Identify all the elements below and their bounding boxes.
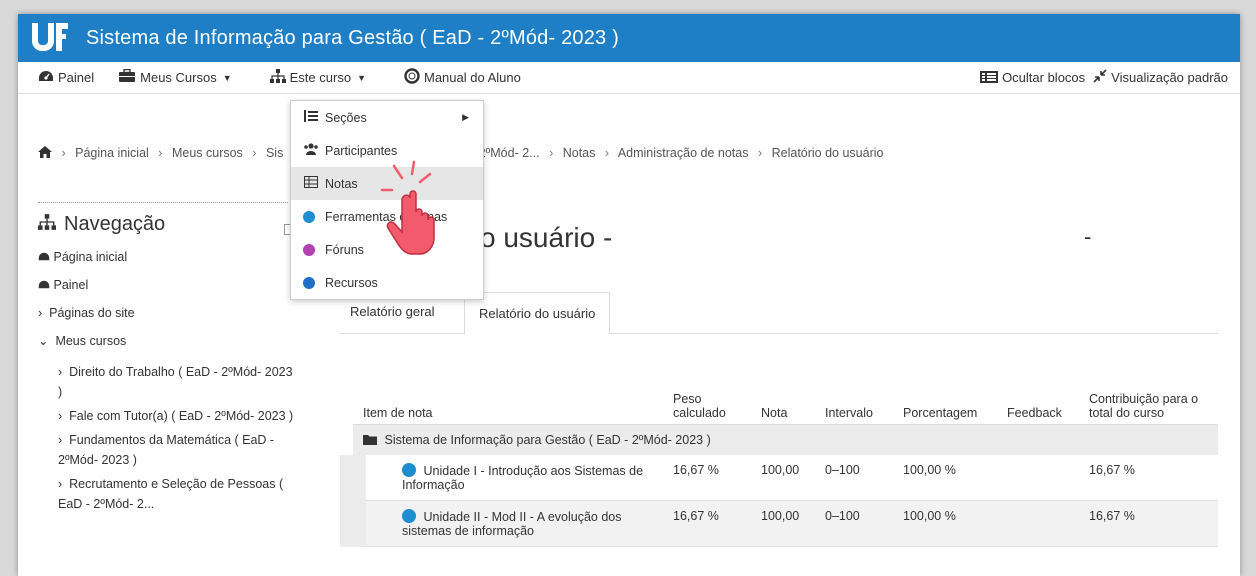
breadcrumb-item[interactable]: Sis [266, 146, 283, 160]
navigation-title: Navegação [38, 213, 300, 236]
col-header: Intervalo [815, 370, 893, 425]
table-row: Unidade I - Introdução aos Sistemas de I… [340, 454, 1218, 501]
chevron-right-icon: › [58, 433, 63, 447]
default-view-label: Visualização padrão [1111, 70, 1228, 85]
nav-meus-cursos[interactable]: Meus Cursos ▼ [118, 68, 232, 86]
nav-painel[interactable]: Painel [38, 69, 94, 86]
sitemap-icon [269, 69, 286, 86]
browser-frame: Sistema de Informação para Gestão ( EaD … [18, 14, 1240, 576]
user-name-placeholder: - [1084, 224, 1092, 249]
table-row: Unidade II - Mod II - A evolução dos sis… [340, 500, 1218, 547]
list-icon [303, 110, 319, 125]
col-header: Nota [751, 370, 815, 425]
compress-icon [1093, 69, 1107, 86]
pointer-cursor-icon [380, 160, 435, 255]
lifebuoy-icon [404, 68, 420, 87]
col-header: Contribuição para o total do curso [1079, 370, 1218, 425]
nota-cell: 100,00 [751, 454, 815, 501]
breadcrumb-item-current: Relatório do usuário [771, 146, 884, 160]
caret-right-icon: ▶ [462, 112, 469, 122]
home-icon[interactable] [38, 146, 55, 160]
grade-item-cell[interactable]: Unidade I - Introdução aos Sistemas de I… [340, 454, 663, 501]
course-navbar: Painel Meus Cursos ▼ Este curso ▼ Manual… [18, 62, 1240, 94]
breadcrumb-item[interactable]: Administração de notas [618, 146, 749, 160]
resource-icon [303, 276, 319, 290]
default-view-button[interactable]: Visualização padrão [1093, 69, 1228, 86]
col-header: Item de nota [353, 370, 663, 425]
peso-cell: 16,67 % [663, 454, 751, 501]
chevron-right-icon: › [58, 477, 63, 491]
forum-icon [303, 243, 319, 257]
briefcase-icon [118, 68, 136, 86]
nav-paginas-site[interactable]: › Páginas do site [38, 306, 300, 320]
breadcrumb-item[interactable]: Página inicial [75, 146, 149, 160]
dashboard-icon [38, 69, 54, 86]
porcentagem-cell: 100,00 % [893, 454, 997, 501]
dropdown-item-recursos[interactable]: Recursos [291, 266, 483, 299]
col-header: Porcentagem [893, 370, 997, 425]
navigation-block: Navegação Página inicial Painel › Página… [38, 202, 300, 518]
contribuicao-cell: 16,67 % [1079, 500, 1218, 547]
nav-meus-cursos[interactable]: ⌄ Meus cursos [38, 334, 300, 348]
nav-este-curso[interactable]: Este curso ▼ [269, 69, 366, 86]
intervalo-cell: 0–100 [815, 454, 893, 501]
uf-logo[interactable] [32, 21, 72, 55]
breadcrumb-item[interactable]: Meus cursos [172, 146, 243, 160]
feedback-cell [997, 500, 1079, 547]
external-tool-icon [402, 508, 416, 523]
chevron-right-icon: › [38, 306, 43, 320]
chevron-down-icon: ▼ [357, 72, 366, 83]
grades-table: Item de nota Peso calculado Nota Interva… [340, 370, 1218, 547]
grade-item-cell[interactable]: Unidade II - Mod II - A evolução dos sis… [340, 500, 663, 547]
nav-course-item[interactable]: › Fundamentos da Matemática ( EaD - 2ºMó… [38, 430, 300, 470]
dashboard-icon [38, 250, 50, 264]
site-header: Sistema de Informação para Gestão ( EaD … [18, 14, 1240, 62]
folder-icon [363, 433, 384, 447]
col-header: Feedback [997, 370, 1079, 425]
nav-painel-link[interactable]: Painel [38, 278, 300, 292]
nav-course-item[interactable]: › Direito do Trabalho ( EaD - 2ºMód- 202… [38, 362, 300, 402]
external-tool-icon [402, 462, 416, 477]
users-icon [303, 143, 319, 158]
chevron-right-icon: › [58, 365, 63, 379]
nav-meus-cursos-label: Meus Cursos [140, 70, 217, 85]
nota-cell: 100,00 [751, 500, 815, 547]
sitemap-icon [38, 214, 56, 235]
dashboard-icon [38, 278, 50, 292]
hide-blocks-button[interactable]: Ocultar blocos [980, 70, 1085, 86]
chevron-right-icon: › [58, 409, 63, 423]
grade-item-link[interactable]: Unidade II - Mod II - A evolução dos sis… [402, 510, 622, 538]
dropdown-item-secoes[interactable]: Seções ▶ [291, 101, 483, 134]
nav-painel-label: Painel [58, 70, 95, 85]
nav-manual-label: Manual do Aluno [423, 70, 521, 85]
table-icon [303, 176, 319, 191]
col-header: Peso calculado [663, 370, 751, 425]
page-heading: o usuário - [480, 222, 613, 253]
tab-relatorio-geral[interactable]: Relatório geral [350, 304, 435, 319]
nav-manual[interactable]: Manual do Aluno [404, 68, 521, 87]
contribuicao-cell: 16,67 % [1079, 454, 1218, 501]
list-icon [980, 70, 999, 86]
peso-cell: 16,67 % [663, 500, 751, 547]
intervalo-cell: 0–100 [815, 500, 893, 547]
category-row: Sistema de Informação para Gestão ( EaD … [353, 424, 1218, 455]
category-name: Sistema de Informação para Gestão ( EaD … [384, 432, 711, 447]
site-title[interactable]: Sistema de Informação para Gestão ( EaD … [86, 27, 619, 50]
chevron-down-icon: ⌄ [38, 334, 49, 348]
breadcrumb-item[interactable]: Notas [563, 146, 596, 160]
nav-course-item[interactable]: › Fale com Tutor(a) ( EaD - 2ºMód- 2023 … [38, 406, 300, 426]
tab-relatorio-usuario[interactable]: Relatório do usuário [464, 292, 611, 335]
grade-item-link[interactable]: Unidade I - Introdução aos Sistemas de I… [402, 464, 643, 492]
feedback-cell [997, 454, 1079, 501]
chevron-down-icon: ▼ [222, 72, 232, 83]
hide-blocks-label: Ocultar blocos [1002, 70, 1086, 85]
external-tool-icon [303, 210, 319, 224]
porcentagem-cell: 100,00 % [893, 500, 997, 547]
nav-home-link[interactable]: Página inicial [38, 250, 300, 264]
nav-este-curso-label: Este curso [289, 70, 352, 85]
nav-course-item[interactable]: › Recrutamento e Seleção de Pessoas ( Ea… [38, 474, 300, 514]
